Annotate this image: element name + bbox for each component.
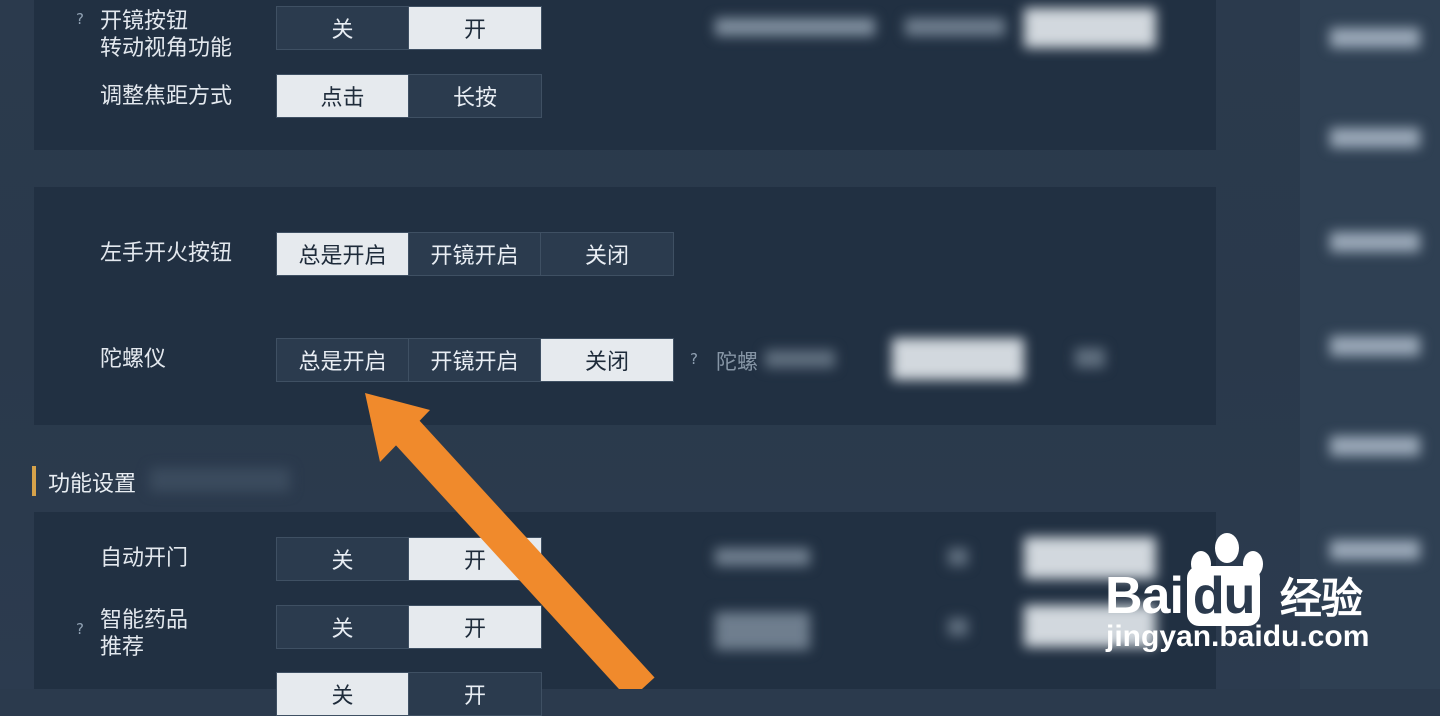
blurred-setting (905, 18, 1005, 36)
section-title-decoration (150, 468, 290, 492)
auto-door-off[interactable]: 关 (277, 538, 409, 580)
gyroscope-label: 陀螺仪 (100, 347, 167, 372)
blurred-toggle (892, 338, 1024, 380)
auto-door-toggle[interactable]: 关 开 (276, 537, 542, 581)
auto-door-label: 自动开门 (100, 546, 189, 571)
smart-medicine-on[interactable]: 开 (409, 606, 541, 648)
right-column-item (1330, 128, 1420, 148)
zoom-mode-tap[interactable]: 点击 (277, 75, 409, 117)
scope-rotate-label: 开镜按钮 转动视角功能 (100, 9, 233, 61)
blurred-setting (948, 618, 968, 636)
right-column-item (1330, 540, 1420, 560)
smart-medicine-toggle[interactable]: 关 开 (276, 605, 542, 649)
smart-medicine-label: 智能药品 推荐 (100, 608, 189, 660)
scope-rotate-on[interactable]: 开 (409, 7, 541, 49)
blurred-toggle (1075, 348, 1105, 368)
smart-medicine-off[interactable]: 关 (277, 606, 409, 648)
auto-door-on[interactable]: 开 (409, 538, 541, 580)
left-fire-selector[interactable]: 总是开启 开镜开启 关闭 (276, 232, 674, 276)
blurred-setting (948, 548, 968, 566)
gyroscope-always[interactable]: 总是开启 (277, 339, 409, 381)
blurred-setting (715, 612, 810, 650)
right-column-item (1330, 336, 1420, 356)
scope-rotate-toggle[interactable]: 关 开 (276, 6, 542, 50)
blurred-setting (715, 548, 810, 566)
scope-rotate-off[interactable]: 关 (277, 7, 409, 49)
help-icon[interactable]: ? (76, 10, 84, 28)
zoom-mode-hold[interactable]: 长按 (409, 75, 541, 117)
help-icon[interactable]: ? (76, 620, 84, 638)
cut-off-toggle[interactable]: 关 开 (276, 672, 542, 716)
blurred-setting (715, 18, 875, 36)
section-title: 功能设置 (48, 472, 137, 497)
cut-off-option[interactable]: 开 (409, 673, 541, 715)
zoom-mode-label: 调整焦距方式 (100, 84, 233, 109)
left-fire-always[interactable]: 总是开启 (277, 233, 409, 275)
gyroscope-off[interactable]: 关闭 (541, 339, 673, 381)
right-column-item (1330, 232, 1420, 252)
zoom-mode-toggle[interactable]: 点击 长按 (276, 74, 542, 118)
right-column-item (1330, 436, 1420, 456)
help-icon[interactable]: ? (690, 350, 698, 368)
settings-panel-middle (34, 187, 1216, 425)
cut-off-option[interactable]: 关 (277, 673, 409, 715)
left-fire-label: 左手开火按钮 (100, 241, 233, 266)
blurred-setting (765, 350, 835, 368)
gyroscope-selector[interactable]: 总是开启 开镜开启 关闭 (276, 338, 674, 382)
gyroscope-side-label: 陀螺 (716, 350, 758, 374)
left-fire-off[interactable]: 关闭 (541, 233, 673, 275)
blurred-toggle (1024, 8, 1156, 48)
left-fire-scope[interactable]: 开镜开启 (409, 233, 541, 275)
gyroscope-scope[interactable]: 开镜开启 (409, 339, 541, 381)
watermark-logo: Bai du 经验 (1105, 566, 1363, 626)
section-marker (32, 466, 36, 496)
right-column-item (1330, 28, 1420, 48)
watermark-url: jingyan.baidu.com (1106, 620, 1370, 653)
